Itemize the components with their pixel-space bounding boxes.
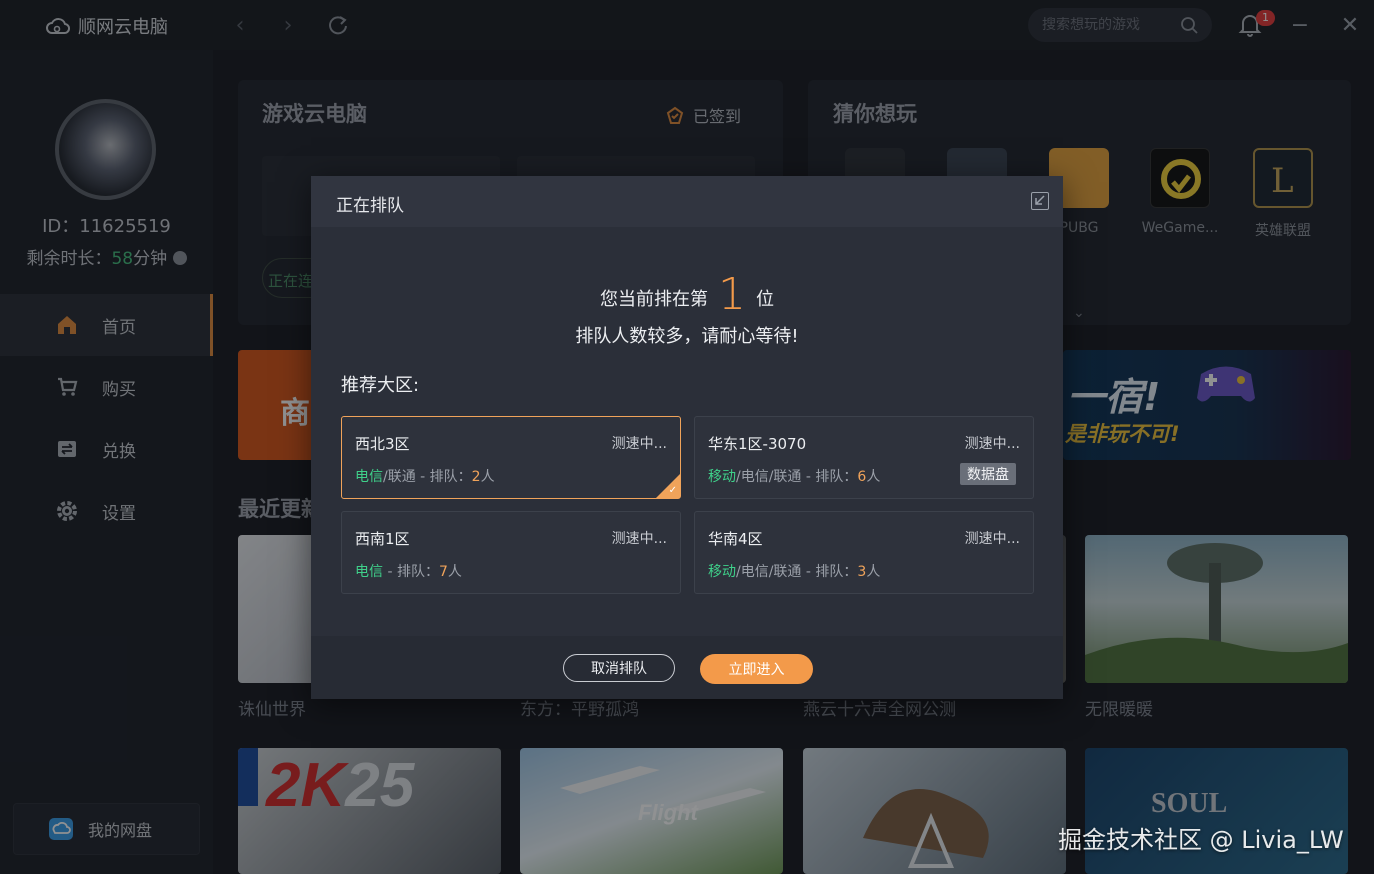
zone-option[interactable]: 西北3区 测速中... 电信/联通 - 排队：2人 ✓ xyxy=(341,416,681,499)
cancel-queue-button[interactable]: 取消排队 xyxy=(563,654,675,682)
watermark: 掘金技术社区 @ Livia_LW xyxy=(1058,826,1344,854)
zone-isp-rest: - 排队： xyxy=(383,564,439,580)
zone-isp: 移动 xyxy=(708,564,736,580)
zone-isp: 电信 xyxy=(355,564,383,580)
zone-info: 移动/电信/联通 - 排队：6人 xyxy=(708,466,880,486)
zone-tag: 数据盘 xyxy=(960,463,1016,485)
queue-dialog: 正在排队 您当前排在第 1 位 排队人数较多，请耐心等待! 推荐大区: 西北3区 测… xyxy=(311,176,1063,699)
dialog-footer: 取消排队 立即进入 xyxy=(311,636,1063,699)
zone-info: 电信/联通 - 排队：2人 xyxy=(355,466,495,486)
zone-isp: 电信 xyxy=(355,469,383,485)
zone-queue-unit: 人 xyxy=(447,564,462,580)
rank-number: 1 xyxy=(718,269,746,320)
zone-speed: 测速中... xyxy=(964,531,1020,547)
zone-queue-count: 3 xyxy=(857,564,867,580)
zone-option[interactable]: 华南4区 测速中... 移动/电信/联通 - 排队：3人 xyxy=(694,511,1034,594)
zone-isp-rest: /联通 - 排队： xyxy=(383,469,472,485)
zone-name: 西北3区 xyxy=(355,435,410,453)
zone-info: 移动/电信/联通 - 排队：3人 xyxy=(708,561,880,581)
queue-rank: 您当前排在第 1 位 xyxy=(311,269,1063,320)
zone-queue-unit: 人 xyxy=(480,469,495,485)
zone-name: 华南4区 xyxy=(708,530,763,548)
zone-name: 西南1区 xyxy=(355,530,410,548)
zone-queue-unit: 人 xyxy=(866,564,881,580)
zone-name: 华东1区-3070 xyxy=(708,435,807,453)
rank-suffix: 位 xyxy=(756,289,774,310)
zone-info: 电信 - 排队：7人 xyxy=(355,561,462,581)
zone-queue-count: 7 xyxy=(438,564,448,580)
zone-queue-unit: 人 xyxy=(866,469,881,485)
rank-prefix: 您当前排在第 xyxy=(600,289,708,310)
zone-speed: 测速中... xyxy=(611,436,667,452)
zone-queue-count: 6 xyxy=(857,469,867,485)
recommend-title: 推荐大区: xyxy=(341,375,420,396)
enter-now-button[interactable]: 立即进入 xyxy=(700,654,813,684)
wait-message: 排队人数较多，请耐心等待! xyxy=(575,326,799,347)
dialog-header: 正在排队 xyxy=(311,176,1063,227)
zone-isp-rest: /电信/联通 - 排队： xyxy=(736,564,858,580)
minimize-dialog-icon[interactable] xyxy=(1031,192,1049,210)
zone-speed: 测速中... xyxy=(611,531,667,547)
zone-option[interactable]: 西南1区 测速中... 电信 - 排队：7人 xyxy=(341,511,681,594)
zone-speed: 测速中... xyxy=(964,436,1020,452)
dialog-title: 正在排队 xyxy=(336,196,404,216)
zone-isp-rest: /电信/联通 - 排队： xyxy=(736,469,858,485)
zone-option[interactable]: 华东1区-3070 测速中... 移动/电信/联通 - 排队：6人 数据盘 xyxy=(694,416,1034,499)
zone-queue-count: 2 xyxy=(471,469,481,485)
checkmark-icon: ✓ xyxy=(668,485,677,496)
zone-isp: 移动 xyxy=(708,469,736,485)
